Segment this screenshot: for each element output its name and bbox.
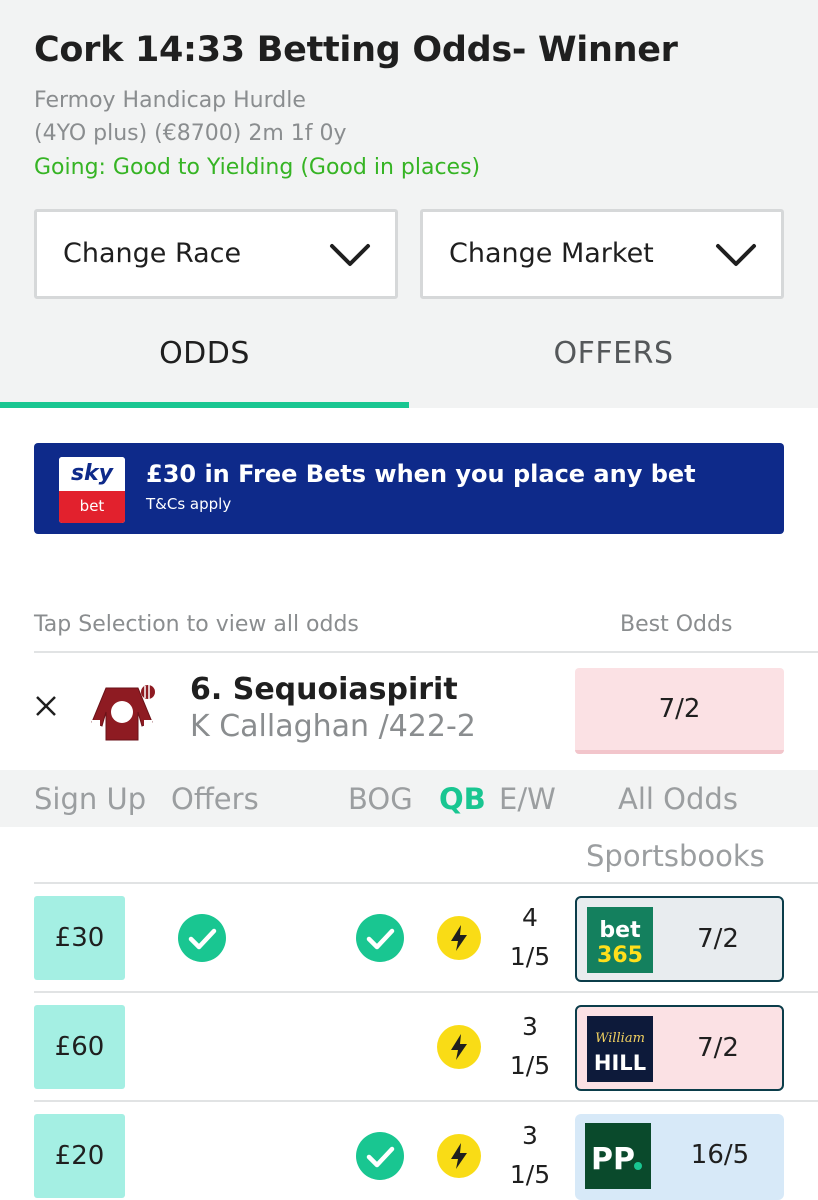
- best-odds-header: Best Odds: [620, 612, 733, 637]
- ew-places: 4: [522, 903, 538, 932]
- bookmaker-row[interactable]: £60 3 1/5 William HILL 7/2: [0, 1005, 818, 1114]
- best-odds-button[interactable]: 7/2: [575, 668, 784, 754]
- divider: [34, 882, 818, 884]
- svg-text:365: 365: [597, 943, 643, 968]
- sign-up-offer-value: £20: [54, 1141, 105, 1171]
- odds-button[interactable]: William HILL 7/2: [575, 1005, 784, 1091]
- horse-name[interactable]: 6. Sequoiaspirit: [190, 672, 458, 707]
- active-tab-indicator: [0, 402, 409, 408]
- change-market-dropdown[interactable]: Change Market: [420, 209, 784, 299]
- lightning-bolt-icon: [437, 1134, 481, 1178]
- sign-up-offer-button[interactable]: £30: [34, 896, 125, 980]
- svg-text:William: William: [595, 1031, 645, 1046]
- ew-places: 3: [522, 1012, 538, 1041]
- odds-value: 7/2: [697, 1033, 739, 1063]
- odds-value: 16/5: [690, 1140, 750, 1170]
- william-hill-logo: William HILL: [587, 1016, 653, 1082]
- sign-up-offer-button[interactable]: £20: [34, 1114, 125, 1198]
- ew-fraction: 1/5: [509, 1160, 551, 1189]
- page-title: Cork 14:33 Betting Odds- Winner: [34, 30, 678, 70]
- race-header: Cork 14:33 Betting Odds- Winner Fermoy H…: [0, 0, 818, 408]
- ew-fraction: 1/5: [509, 1051, 551, 1080]
- bookmaker-row[interactable]: £30 4 1/5 bet 365 7/2: [0, 896, 818, 1005]
- bet365-logo: bet 365: [587, 907, 653, 973]
- odds-value: 7/2: [697, 924, 739, 954]
- best-odds-value: 7/2: [658, 694, 701, 724]
- sky-bet-logo-bottom: bet: [59, 491, 125, 523]
- svg-text:HILL: HILL: [594, 1051, 646, 1075]
- race-details: (4YO plus) (€8700) 2m 1f 0y: [34, 121, 347, 146]
- sign-up-offer-value: £30: [54, 923, 105, 953]
- sign-up-offer-button[interactable]: £60: [34, 1005, 125, 1089]
- divider: [34, 991, 818, 993]
- check-icon: [356, 1132, 404, 1180]
- promo-terms[interactable]: T&Cs apply: [146, 495, 231, 513]
- close-icon[interactable]: [34, 694, 58, 718]
- change-market-label: Change Market: [449, 238, 654, 269]
- going-status: Going: Good to Yielding (Good in places): [34, 155, 481, 180]
- sign-up-offer-value: £60: [54, 1032, 105, 1062]
- list-hint: Tap Selection to view all odds: [34, 612, 359, 637]
- divider: [34, 1100, 818, 1102]
- divider: [34, 651, 818, 653]
- svg-text:PP: PP: [591, 1142, 635, 1177]
- sky-bet-logo-top: sky: [59, 457, 125, 491]
- check-icon: [356, 914, 404, 962]
- filter-qb[interactable]: QB: [439, 782, 486, 816]
- sportsbooks-header: Sportsbooks: [586, 839, 765, 873]
- lightning-bolt-icon: [437, 916, 481, 960]
- filter-ew[interactable]: E/W: [499, 782, 556, 816]
- ew-places: 3: [522, 1121, 538, 1150]
- jockey-silks-icon: [91, 685, 155, 741]
- paddy-power-logo: PP: [585, 1123, 651, 1189]
- sky-bet-logo: sky bet: [59, 457, 125, 523]
- horse-info: K Callaghan /422-2: [190, 709, 476, 744]
- filter-bar: Sign Up Offers BOG QB E/W All Odds: [0, 770, 818, 827]
- svg-text:bet: bet: [599, 918, 641, 943]
- race-name: Fermoy Handicap Hurdle: [34, 88, 306, 113]
- change-race-label: Change Race: [63, 238, 242, 269]
- promo-banner[interactable]: sky bet £30 in Free Bets when you place …: [34, 443, 784, 534]
- tab-offers[interactable]: OFFERS: [409, 336, 818, 371]
- lightning-bolt-icon: [437, 1025, 481, 1069]
- check-icon: [178, 914, 226, 962]
- bookmaker-row[interactable]: £20 3 1/5 PP 16/5: [0, 1114, 818, 1200]
- promo-headline: £30 in Free Bets when you place any bet: [146, 460, 696, 488]
- filter-all-odds[interactable]: All Odds: [618, 782, 738, 816]
- filter-sign-up[interactable]: Sign Up: [34, 782, 146, 816]
- chevron-down-icon: [330, 244, 370, 266]
- ew-fraction: 1/5: [509, 942, 551, 971]
- filter-offers[interactable]: Offers: [171, 782, 259, 816]
- odds-button[interactable]: bet 365 7/2: [575, 896, 784, 982]
- odds-button[interactable]: PP 16/5: [575, 1114, 784, 1200]
- chevron-down-icon: [716, 244, 756, 266]
- change-race-dropdown[interactable]: Change Race: [34, 209, 398, 299]
- tab-odds[interactable]: ODDS: [0, 336, 409, 371]
- filter-bog[interactable]: BOG: [348, 782, 413, 816]
